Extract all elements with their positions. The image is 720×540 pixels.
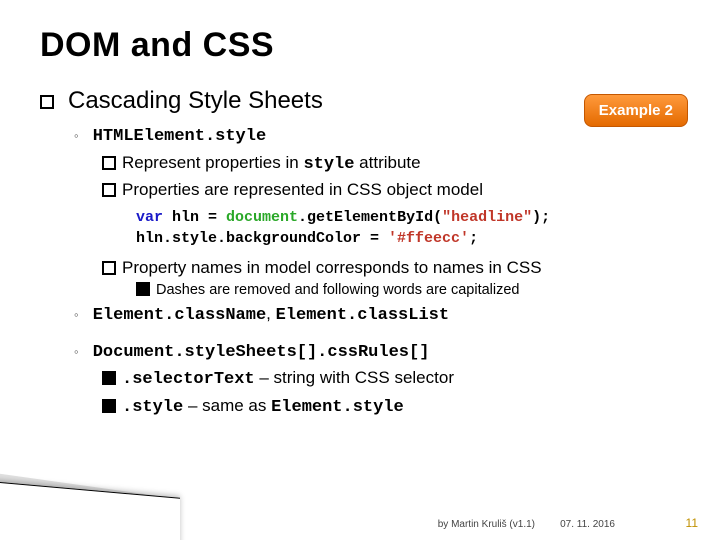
page-number: 11 xyxy=(686,516,698,530)
list-item: Property names in model corresponds to n… xyxy=(102,255,690,281)
code-text: ; xyxy=(469,230,478,247)
code-text: hln = xyxy=(163,209,226,226)
list-item: ◦ Document.styleSheets[].cssRules[] xyxy=(74,339,690,366)
footer-date: 07. 11. 2016 xyxy=(560,519,615,530)
code-text: .getElementById( xyxy=(298,209,442,226)
code-text: Element.className xyxy=(93,306,266,325)
string-token: '#ffeecc' xyxy=(388,230,469,247)
code-text: Element.classList xyxy=(276,306,449,325)
page-curl-decoration xyxy=(0,470,160,540)
text: – same as xyxy=(183,396,271,415)
text: Properties are represented in CSS object… xyxy=(122,180,483,199)
list-item: ◦ Element.className, Element.classList xyxy=(74,302,690,329)
bullet-box-icon xyxy=(102,261,116,275)
text: Property names in model corresponds to n… xyxy=(122,258,542,277)
text: – string with CSS selector xyxy=(255,368,454,387)
text: attribute xyxy=(354,153,420,172)
code-text: hln.style.backgroundColor = xyxy=(136,230,388,247)
keyword: var xyxy=(136,209,163,226)
bullet-box-icon xyxy=(102,156,116,170)
list-item: Represent properties in style attribute xyxy=(102,150,690,178)
text: Represent properties in xyxy=(122,153,303,172)
filled-box-icon xyxy=(136,282,150,296)
circle-bullet-icon: ◦ xyxy=(74,127,88,146)
code-text: style xyxy=(303,155,354,174)
circle-bullet-icon: ◦ xyxy=(74,343,88,362)
code-line: var hln = document.getElementById("headl… xyxy=(136,207,690,228)
code-text: .selectorText xyxy=(122,370,255,389)
text: , xyxy=(266,304,275,323)
code-text: ); xyxy=(532,209,550,226)
example-badge[interactable]: Example 2 xyxy=(584,94,688,127)
list-item: Properties are represented in CSS object… xyxy=(102,177,690,203)
text: Dashes are removed and following words a… xyxy=(156,282,520,298)
list-item: Dashes are removed and following words a… xyxy=(136,280,690,302)
section-heading-text: Cascading Style Sheets xyxy=(68,87,323,115)
slide: DOM and CSS Example 2 Cascading Style Sh… xyxy=(0,0,720,540)
code-block: var hln = document.getElementById("headl… xyxy=(136,207,690,249)
list-item: .style – same as Element.style xyxy=(102,393,690,421)
bullet-box-icon xyxy=(102,183,116,197)
footer-author: by Martin Kruliš (v1.1) xyxy=(438,519,535,530)
filled-box-icon xyxy=(102,399,116,413)
code-text: .style xyxy=(122,398,183,417)
code-text: Element.style xyxy=(271,398,404,417)
filled-box-icon xyxy=(102,371,116,385)
bullet-box-icon xyxy=(40,95,54,109)
code-text: HTMLElement.style xyxy=(93,127,266,146)
code-line: hln.style.backgroundColor = '#ffeecc'; xyxy=(136,228,690,249)
object-token: document xyxy=(226,209,298,226)
list-item: .selectorText – string with CSS selector xyxy=(102,365,690,393)
code-text: Document.styleSheets[].cssRules[] xyxy=(93,343,430,362)
string-token: "headline" xyxy=(442,209,532,226)
circle-bullet-icon: ◦ xyxy=(74,306,88,325)
slide-title: DOM and CSS xyxy=(40,26,690,65)
